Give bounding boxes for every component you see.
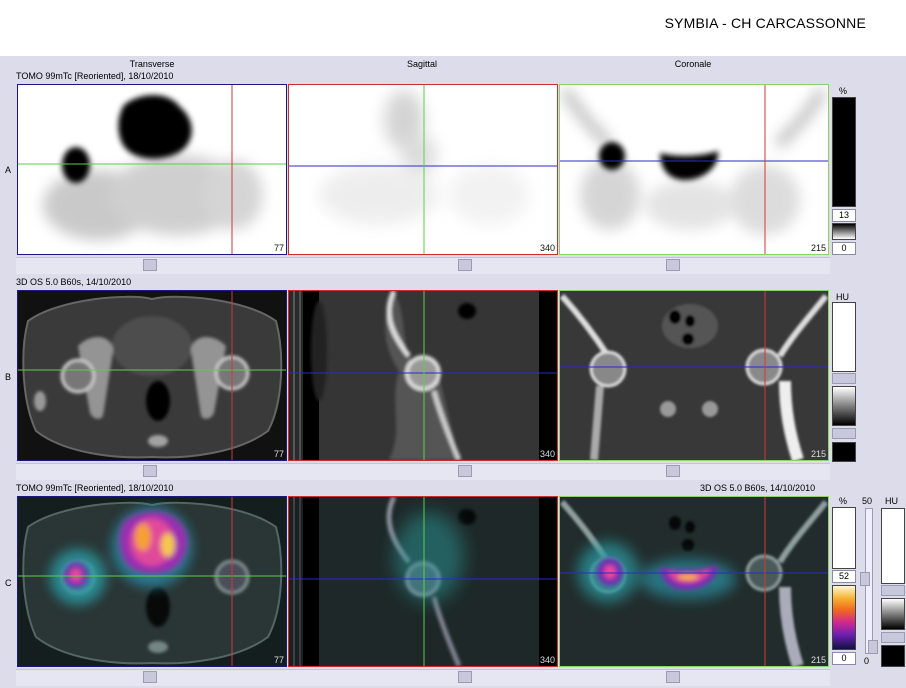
scroll-strip-b	[16, 463, 830, 480]
slice-number-b-transverse: 77	[273, 449, 284, 459]
scale-b-black	[832, 442, 856, 462]
row-a-series-label: TOMO 99mTc [Reoriented], 18/10/2010	[16, 71, 174, 81]
scale-c-hu-lower-handle[interactable]	[881, 632, 905, 643]
slice-slider-a-coronal[interactable]	[666, 259, 680, 271]
row-c-series-label-left: TOMO 99mTc [Reoriented], 18/10/2010	[16, 483, 174, 493]
scale-c-hu-upper-handle[interactable]	[881, 585, 905, 596]
scale-a-min-value[interactable]: 0	[832, 242, 856, 255]
row-c-label: C	[5, 578, 12, 588]
viewport-a-sagittal[interactable]: 340	[288, 84, 558, 255]
viewport-b-transverse[interactable]: 77	[17, 290, 287, 461]
viewport-c-coronal[interactable]: 215	[559, 496, 829, 667]
slice-number-a-coronal: 215	[810, 243, 826, 253]
slice-number-a-transverse: 77	[273, 243, 284, 253]
scale-c-hu-gradient	[881, 598, 905, 630]
slice-slider-a-sagittal[interactable]	[458, 259, 472, 271]
scale-c-white	[832, 507, 856, 569]
opacity-slider-min: 0	[864, 656, 870, 666]
scale-b-white	[832, 302, 856, 372]
site-title: SYMBIA - CH CARCASSONNE	[664, 15, 866, 31]
slice-slider-c-transverse[interactable]	[143, 671, 157, 683]
column-header-sagittal: Sagittal	[406, 59, 438, 69]
slice-number-c-coronal: 215	[810, 655, 826, 665]
scale-c-hu-white	[881, 508, 905, 584]
slice-number-b-sagittal: 340	[539, 449, 555, 459]
scale-a-max-value[interactable]: 13	[832, 209, 856, 222]
scale-c-hu-black	[881, 645, 905, 667]
row-a-label: A	[5, 165, 12, 175]
scale-b-lower-handle[interactable]	[832, 428, 856, 439]
row-c-series-label-right: 3D OS 5.0 B60s, 14/10/2010	[700, 483, 816, 493]
column-header-coronal: Coronale	[674, 59, 712, 69]
scale-c-min-value[interactable]: 0	[832, 652, 856, 665]
viewport-b-coronal[interactable]: 215	[559, 290, 829, 461]
opacity-slider-handle[interactable]	[860, 572, 870, 586]
slice-slider-b-transverse[interactable]	[143, 465, 157, 477]
slice-number-b-coronal: 215	[810, 449, 826, 459]
slice-slider-b-coronal[interactable]	[666, 465, 680, 477]
slice-slider-b-sagittal[interactable]	[458, 465, 472, 477]
scale-c-max-value[interactable]: 52	[832, 570, 856, 583]
scale-a-colorbar	[832, 97, 856, 207]
scale-c-unit: %	[839, 496, 848, 506]
viewport-b-sagittal[interactable]: 340	[288, 290, 558, 461]
scale-b-gradient	[832, 386, 856, 426]
slice-slider-a-transverse[interactable]	[143, 259, 157, 271]
scale-c-hu-unit: HU	[885, 496, 898, 506]
scale-b-upper-handle[interactable]	[832, 373, 856, 384]
slice-slider-c-coronal[interactable]	[666, 671, 680, 683]
opacity-slider-lower-handle[interactable]	[868, 640, 878, 654]
slice-slider-c-sagittal[interactable]	[458, 671, 472, 683]
row-b-series-label: 3D OS 5.0 B60s, 14/10/2010	[16, 277, 132, 287]
slice-number-c-transverse: 77	[273, 655, 284, 665]
opacity-slider-max: 50	[862, 496, 873, 506]
viewport-c-sagittal[interactable]: 340	[288, 496, 558, 667]
scroll-strip-c	[16, 669, 830, 686]
scroll-strip-a	[16, 257, 830, 274]
row-b-label: B	[5, 372, 12, 382]
viewport-c-transverse[interactable]: 77	[17, 496, 287, 667]
viewport-a-transverse[interactable]: 77	[17, 84, 287, 255]
scale-b-unit: HU	[836, 292, 849, 302]
slice-number-a-sagittal: 340	[539, 243, 555, 253]
scale-a-gradient	[832, 223, 856, 240]
scale-a-unit: %	[839, 86, 848, 96]
column-header-transverse: Transverse	[129, 59, 175, 69]
window-header: SYMBIA - CH CARCASSONNE	[0, 0, 906, 56]
slice-number-c-sagittal: 340	[539, 655, 555, 665]
scale-c-color-gradient	[832, 585, 856, 650]
viewport-a-coronal[interactable]: 215	[559, 84, 829, 255]
